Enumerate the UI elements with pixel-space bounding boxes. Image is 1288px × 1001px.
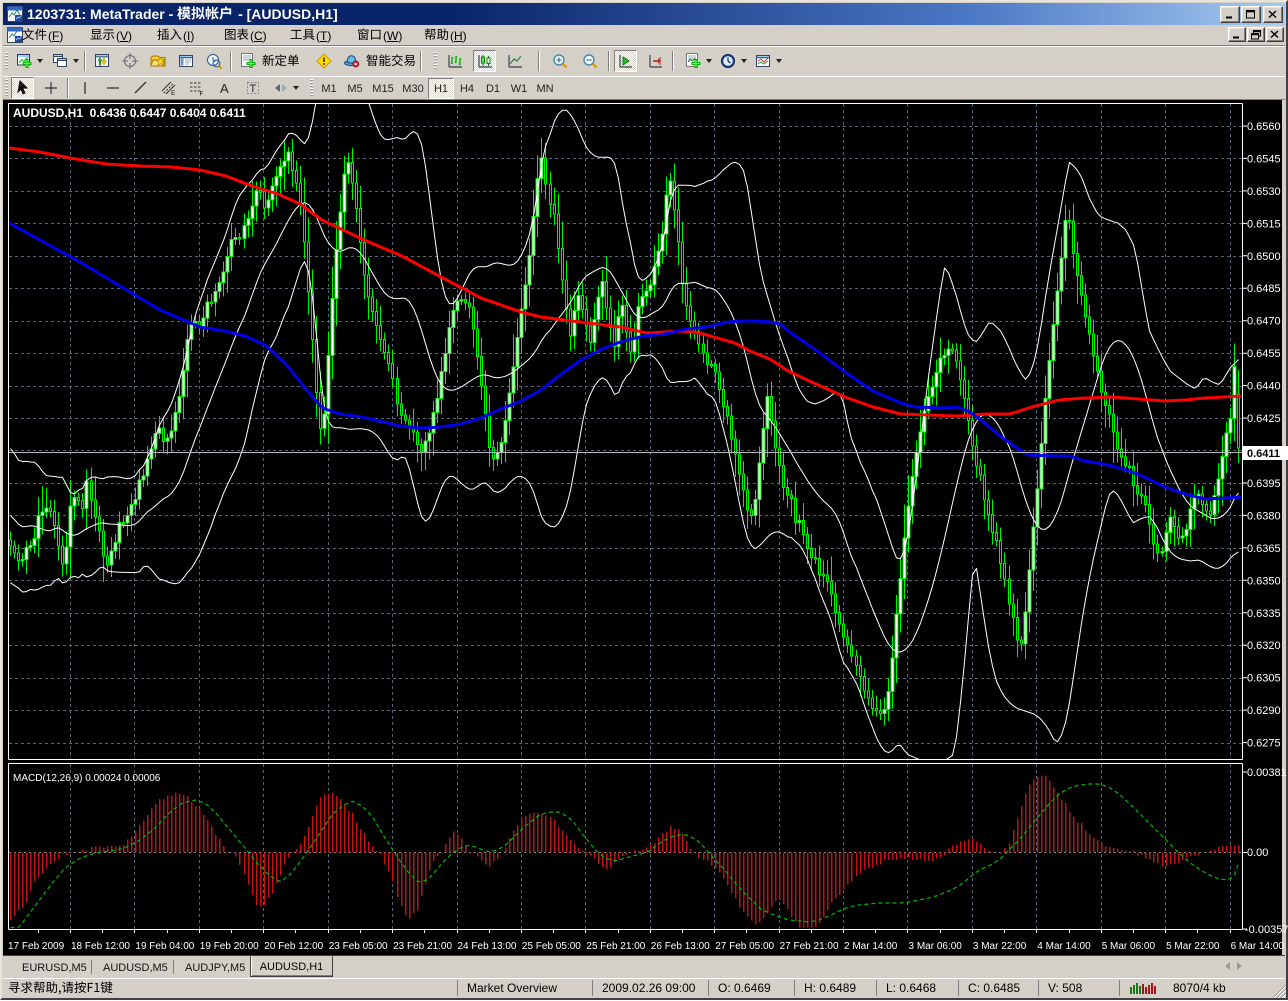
svg-text:0.6560: 0.6560 — [1247, 121, 1281, 133]
svg-text:19 Feb 04:00: 19 Feb 04:00 — [135, 941, 194, 952]
svg-text:0.6515: 0.6515 — [1247, 218, 1281, 230]
svg-text:0.6320: 0.6320 — [1247, 640, 1281, 652]
svg-text:0.6365: 0.6365 — [1247, 543, 1281, 555]
svg-text:24 Feb 13:00: 24 Feb 13:00 — [458, 941, 517, 952]
svg-text:0.6275: 0.6275 — [1247, 738, 1281, 750]
svg-text:0.6411: 0.6411 — [1247, 448, 1280, 460]
svg-text:0.6470: 0.6470 — [1247, 316, 1281, 328]
svg-text:3 Mar 22:00: 3 Mar 22:00 — [973, 941, 1027, 952]
svg-text:0.6440: 0.6440 — [1247, 381, 1281, 393]
svg-text:0.00381: 0.00381 — [1247, 767, 1287, 779]
svg-text:18 Feb 12:00: 18 Feb 12:00 — [71, 941, 130, 952]
svg-text:AUDUSD,H1 0.6436 0.6447 0.640: AUDUSD,H1 0.6436 0.6447 0.6404 0.6411 — [13, 106, 246, 120]
svg-text:27 Feb 05:00: 27 Feb 05:00 — [715, 941, 774, 952]
svg-text:25 Feb 21:00: 25 Feb 21:00 — [586, 941, 645, 952]
svg-text:2 Mar 14:00: 2 Mar 14:00 — [844, 941, 898, 952]
svg-text:0.6485: 0.6485 — [1247, 283, 1281, 295]
svg-text:25 Feb 05:00: 25 Feb 05:00 — [522, 941, 581, 952]
svg-text:19 Feb 20:00: 19 Feb 20:00 — [200, 941, 259, 952]
svg-text:20 Feb 12:00: 20 Feb 12:00 — [264, 941, 323, 952]
svg-text:0.6395: 0.6395 — [1247, 478, 1281, 490]
svg-text:0.6500: 0.6500 — [1247, 251, 1281, 263]
svg-text:4 Mar 14:00: 4 Mar 14:00 — [1037, 941, 1091, 952]
svg-text:MACD(12,26,9) 0.00024 0.00006: MACD(12,26,9) 0.00024 0.00006 — [13, 773, 161, 784]
svg-text:23 Feb 05:00: 23 Feb 05:00 — [329, 941, 388, 952]
svg-text:26 Feb 13:00: 26 Feb 13:00 — [651, 941, 710, 952]
svg-text:0.6455: 0.6455 — [1247, 348, 1281, 360]
svg-text:0.00: 0.00 — [1247, 847, 1268, 859]
svg-text:23 Feb 21:00: 23 Feb 21:00 — [393, 941, 452, 952]
svg-text:0.6425: 0.6425 — [1247, 413, 1281, 425]
svg-text:0.6290: 0.6290 — [1247, 705, 1281, 717]
svg-text:0.6380: 0.6380 — [1247, 510, 1281, 522]
svg-text:0.6350: 0.6350 — [1247, 575, 1281, 587]
svg-text:-0.00357: -0.00357 — [1245, 924, 1288, 936]
svg-text:17 Feb 2009: 17 Feb 2009 — [8, 941, 65, 952]
svg-text:5 Mar 22:00: 5 Mar 22:00 — [1166, 941, 1220, 952]
svg-text:0.6305: 0.6305 — [1247, 673, 1281, 685]
svg-text:0.6530: 0.6530 — [1247, 186, 1281, 198]
svg-text:0.6335: 0.6335 — [1247, 608, 1281, 620]
svg-text:5 Mar 06:00: 5 Mar 06:00 — [1102, 941, 1156, 952]
svg-text:27 Feb 21:00: 27 Feb 21:00 — [780, 941, 839, 952]
svg-text:0.6545: 0.6545 — [1247, 153, 1281, 165]
svg-text:6 Mar 14:00: 6 Mar 14:00 — [1231, 941, 1285, 952]
svg-text:3 Mar 06:00: 3 Mar 06:00 — [909, 941, 963, 952]
